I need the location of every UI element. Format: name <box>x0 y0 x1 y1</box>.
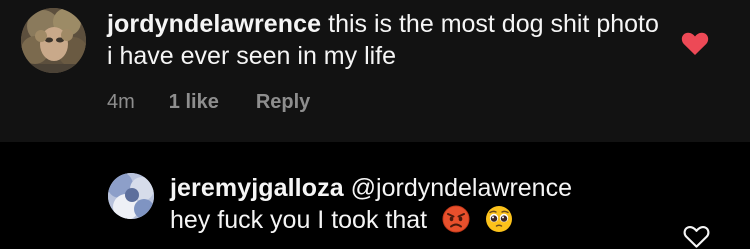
comment-likes-count[interactable]: 1 like <box>169 91 219 114</box>
angry-face-emoji <box>442 205 470 233</box>
avatar-photo-icon <box>21 8 86 73</box>
comments-screen: jordyndelawrence this is the most dog sh… <box>0 0 750 249</box>
reply-body: jeremyjgalloza @jordyndelawrence hey fuc… <box>170 172 670 236</box>
comment-username[interactable]: jordyndelawrence <box>107 10 321 38</box>
pleading-face-emoji <box>486 206 512 232</box>
reply-button[interactable]: Reply <box>256 91 310 114</box>
heart-filled-icon[interactable] <box>681 32 709 56</box>
comment-meta: 4m 1 like Reply <box>107 89 347 115</box>
reply-text: hey fuck you I took that <box>170 206 428 234</box>
avatar-photo-icon <box>108 173 154 219</box>
reply-avatar[interactable] <box>108 173 154 219</box>
reply-mention[interactable]: @jordyndelawrence <box>351 174 572 202</box>
comment-timestamp: 4m <box>107 90 135 113</box>
heart-outline-icon[interactable] <box>683 225 710 249</box>
comment-body: jordyndelawrence this is the most dog sh… <box>107 8 667 72</box>
comment-highlighted: jordyndelawrence this is the most dog sh… <box>0 0 750 142</box>
reply-username[interactable]: jeremyjgalloza <box>170 174 344 202</box>
avatar[interactable] <box>21 8 86 73</box>
